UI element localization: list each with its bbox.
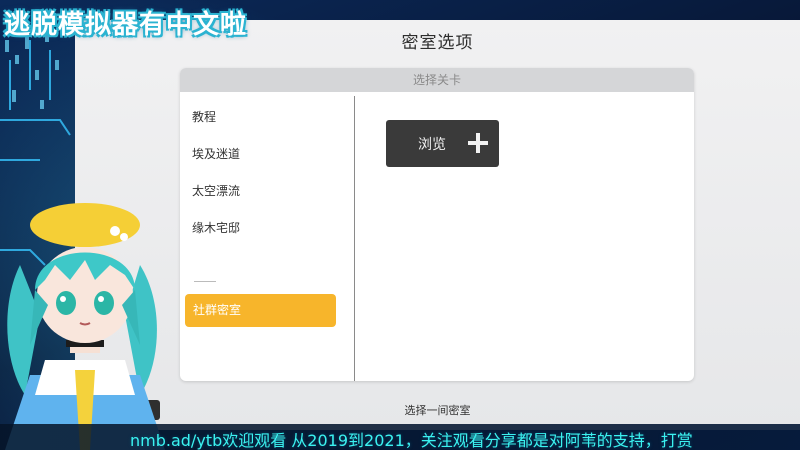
panel-header: 选择关卡 xyxy=(180,68,694,92)
footer-hint: 选择一间密室 xyxy=(404,404,471,417)
level-item-space-drift[interactable]: 太空漂流 xyxy=(192,182,240,199)
vtuber-avatar xyxy=(5,203,165,450)
game-window: 密室选项 选择关卡 教程 埃及迷道 太空漂流 缘木宅邸 社群密室 浏览 选择一间… xyxy=(75,20,800,430)
plus-icon xyxy=(468,133,488,153)
level-item-community[interactable]: 社群密室 xyxy=(185,294,336,327)
sidebar-divider xyxy=(194,281,216,282)
stream-ticker: nmb.ad/ytb欢迎观看 从2019到2021，关注观看分享都是对阿苇的支持… xyxy=(0,424,800,450)
stream-title: 逃脱模拟器有中文啦 xyxy=(4,10,248,40)
level-item-mansion[interactable]: 缘木宅邸 xyxy=(192,219,240,236)
ticker-text: nmb.ad/ytb欢迎观看 从2019到2021，关注观看分享都是对阿苇的支持… xyxy=(130,431,693,450)
browse-label: 浏览 xyxy=(418,137,446,153)
level-select-panel: 选择关卡 教程 埃及迷道 太空漂流 缘木宅邸 社群密室 浏览 xyxy=(180,68,694,381)
browse-button[interactable]: 浏览 xyxy=(386,120,499,167)
level-sidebar: 教程 埃及迷道 太空漂流 缘木宅邸 社群密室 xyxy=(180,96,355,381)
level-item-tutorial[interactable]: 教程 xyxy=(192,108,216,125)
level-item-egypt-maze[interactable]: 埃及迷道 xyxy=(192,145,240,162)
